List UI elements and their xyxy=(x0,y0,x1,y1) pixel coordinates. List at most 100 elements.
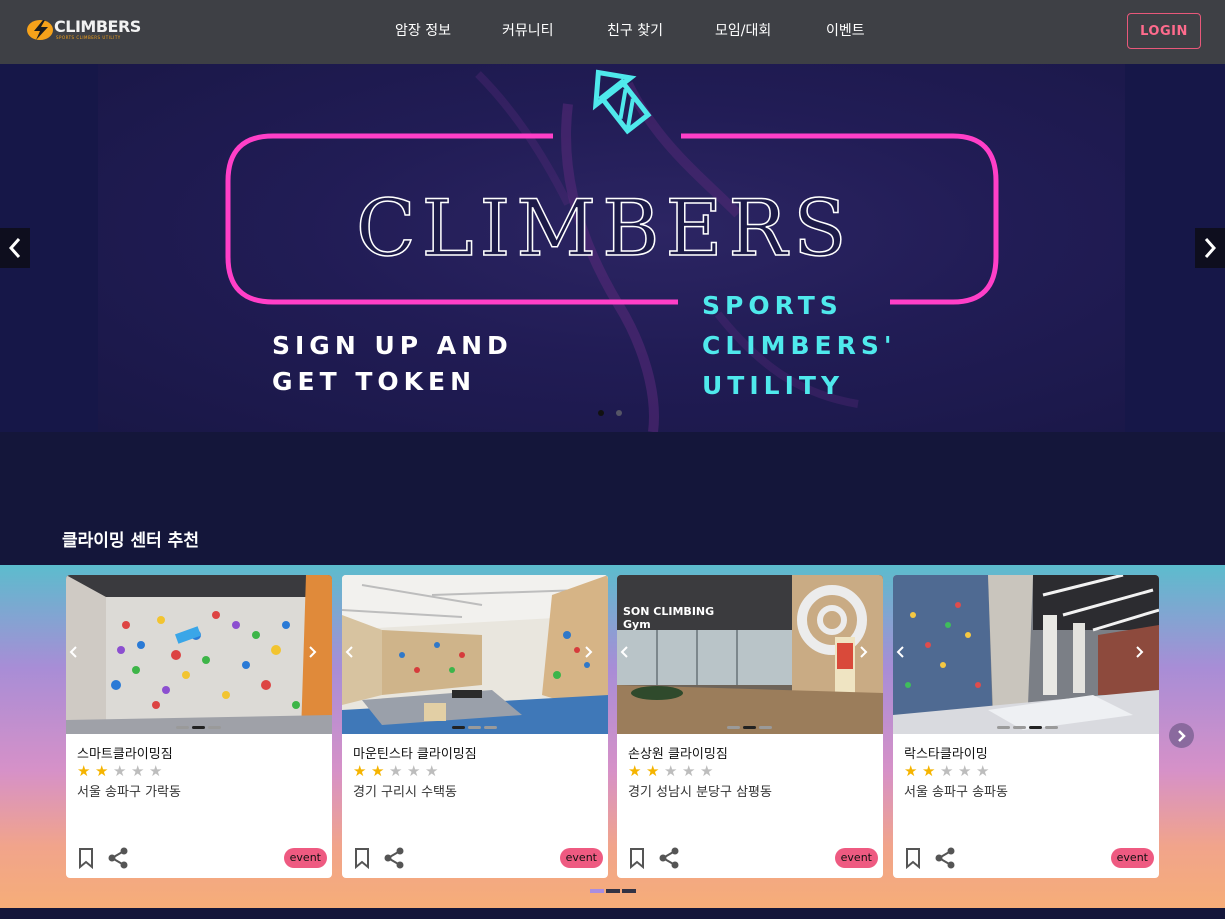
image-dot[interactable] xyxy=(1045,726,1058,729)
main-nav: 암장 정보 커뮤니티 친구 찾기 모임/대회 이벤트 xyxy=(0,20,1225,42)
image-next-button[interactable] xyxy=(584,645,604,665)
hero-tagline: SPORTS CLIMBERS' UTILITY xyxy=(702,286,897,406)
image-dot-active[interactable] xyxy=(743,726,756,729)
gym-photo-3 xyxy=(617,575,883,734)
star-empty-icon: ★ xyxy=(958,762,972,780)
event-badge[interactable]: event xyxy=(559,848,603,868)
gym-image xyxy=(893,575,1159,734)
share-icon[interactable] xyxy=(658,847,680,869)
chevron-right-icon xyxy=(1136,646,1144,658)
image-next-button[interactable] xyxy=(859,645,879,665)
gym-photo-2 xyxy=(342,575,608,734)
event-badge[interactable]: event xyxy=(834,848,878,868)
carousel-dot[interactable] xyxy=(606,889,620,893)
image-dot[interactable] xyxy=(468,726,481,729)
hero-signup-line1: SIGN UP AND xyxy=(272,331,513,360)
section-title: 클라이밍 센터 추천 xyxy=(62,531,199,551)
star-empty-icon: ★ xyxy=(407,762,421,780)
bookmark-icon[interactable] xyxy=(353,847,371,869)
image-dot[interactable] xyxy=(759,726,772,729)
share-icon[interactable] xyxy=(934,847,956,869)
image-dot-active[interactable] xyxy=(192,726,205,729)
carousel-pagination xyxy=(590,889,638,893)
star-empty-icon: ★ xyxy=(682,762,696,780)
nav-gym-info[interactable]: 암장 정보 xyxy=(395,20,451,40)
chevron-left-icon xyxy=(620,646,628,658)
gym-card[interactable]: 락스타클라이밍 ★ ★ ★ ★ ★ 서울 송파구 송파동 event xyxy=(893,575,1159,878)
star-filled-icon: ★ xyxy=(95,762,109,780)
chevron-right-icon xyxy=(585,646,593,658)
image-dot[interactable] xyxy=(208,726,221,729)
image-prev-button[interactable] xyxy=(619,645,639,665)
gym-card[interactable]: SON CLIMBING Gym 손상원 클라이밍짐 ★ ★ ★ ★ ★ 경기 … xyxy=(617,575,883,878)
image-next-button[interactable] xyxy=(308,645,328,665)
bookmark-icon[interactable] xyxy=(904,847,922,869)
image-dot[interactable] xyxy=(484,726,497,729)
carousel-dot[interactable] xyxy=(622,889,636,893)
nav-events[interactable]: 이벤트 xyxy=(826,20,865,40)
hero-next-button[interactable] xyxy=(1195,228,1225,268)
top-header: CLIMBERS SPORTS CLIMBERS UTILITY 암장 정보 커… xyxy=(0,0,1225,64)
star-empty-icon: ★ xyxy=(664,762,678,780)
image-dot[interactable] xyxy=(727,726,740,729)
hero-tagline-line1: SPORTS xyxy=(702,291,843,320)
event-badge[interactable]: event xyxy=(283,848,327,868)
hero-dot-1[interactable] xyxy=(598,410,604,416)
star-empty-icon: ★ xyxy=(149,762,163,780)
star-filled-icon: ★ xyxy=(371,762,385,780)
event-badge[interactable]: event xyxy=(1110,848,1154,868)
gym-card[interactable]: 스마트클라이밍짐 ★ ★ ★ ★ ★ 서울 송파구 가락동 event xyxy=(66,575,332,878)
image-dot[interactable] xyxy=(1013,726,1026,729)
chevron-right-icon xyxy=(860,646,868,658)
gym-location: 서울 송파구 가락동 xyxy=(77,785,181,800)
star-filled-icon: ★ xyxy=(922,762,936,780)
image-dot[interactable] xyxy=(997,726,1010,729)
hero-tagline-line2: CLIMBERS' xyxy=(702,331,897,360)
gym-card[interactable]: 마운틴스타 클라이밍짐 ★ ★ ★ ★ ★ 경기 구리시 수택동 event xyxy=(342,575,608,878)
gym-image xyxy=(342,575,608,734)
image-prev-button[interactable] xyxy=(68,645,88,665)
hero-slide[interactable]: CLIMBERS SIGN UP AND GET TOKEN SPORTS CL… xyxy=(98,64,1125,432)
hero-title: CLIMBERS xyxy=(355,183,853,275)
chevron-left-icon xyxy=(69,646,77,658)
star-empty-icon: ★ xyxy=(425,762,439,780)
star-filled-icon: ★ xyxy=(353,762,367,780)
gym-location: 서울 송파구 송파동 xyxy=(904,785,1008,800)
star-empty-icon: ★ xyxy=(940,762,954,780)
image-prev-button[interactable] xyxy=(344,645,364,665)
bookmark-icon[interactable] xyxy=(77,847,95,869)
image-next-button[interactable] xyxy=(1135,645,1155,665)
footer-strip xyxy=(0,908,1225,919)
bookmark-icon[interactable] xyxy=(628,847,646,869)
gym-image xyxy=(66,575,332,734)
chevron-right-icon xyxy=(1204,238,1217,258)
image-dot-active[interactable] xyxy=(452,726,465,729)
gym-location: 경기 성남시 분당구 삼평동 xyxy=(628,785,772,800)
login-button[interactable]: LOGIN xyxy=(1127,13,1201,49)
hero-banner: CLIMBERS SIGN UP AND GET TOKEN SPORTS CL… xyxy=(0,64,1225,432)
gym-image: SON CLIMBING Gym xyxy=(617,575,883,734)
nav-find-friends[interactable]: 친구 찾기 xyxy=(607,20,663,40)
carousel-dot-active[interactable] xyxy=(590,889,604,893)
chevron-right-icon xyxy=(1177,729,1186,742)
gym-name: 스마트클라이밍짐 xyxy=(77,747,173,762)
gym-name: 손상원 클라이밍짐 xyxy=(628,747,728,762)
hero-signup-line2: GET TOKEN xyxy=(272,367,477,396)
image-sign-text: SON CLIMBING Gym xyxy=(623,605,715,631)
share-icon[interactable] xyxy=(383,847,405,869)
image-pagination xyxy=(727,726,773,730)
carousel-next-button[interactable] xyxy=(1169,723,1194,748)
nav-community[interactable]: 커뮤니티 xyxy=(502,20,554,40)
hero-tagline-line3: UTILITY xyxy=(702,371,845,400)
image-dot-active[interactable] xyxy=(1029,726,1042,729)
image-prev-button[interactable] xyxy=(895,645,915,665)
star-filled-icon: ★ xyxy=(904,762,918,780)
hero-dot-2[interactable] xyxy=(616,410,622,416)
star-empty-icon: ★ xyxy=(976,762,990,780)
share-icon[interactable] xyxy=(107,847,129,869)
nav-meetups[interactable]: 모임/대회 xyxy=(715,20,771,40)
hero-pagination xyxy=(598,410,628,418)
hero-prev-button[interactable] xyxy=(0,228,30,268)
image-dot[interactable] xyxy=(176,726,189,729)
star-filled-icon: ★ xyxy=(646,762,660,780)
